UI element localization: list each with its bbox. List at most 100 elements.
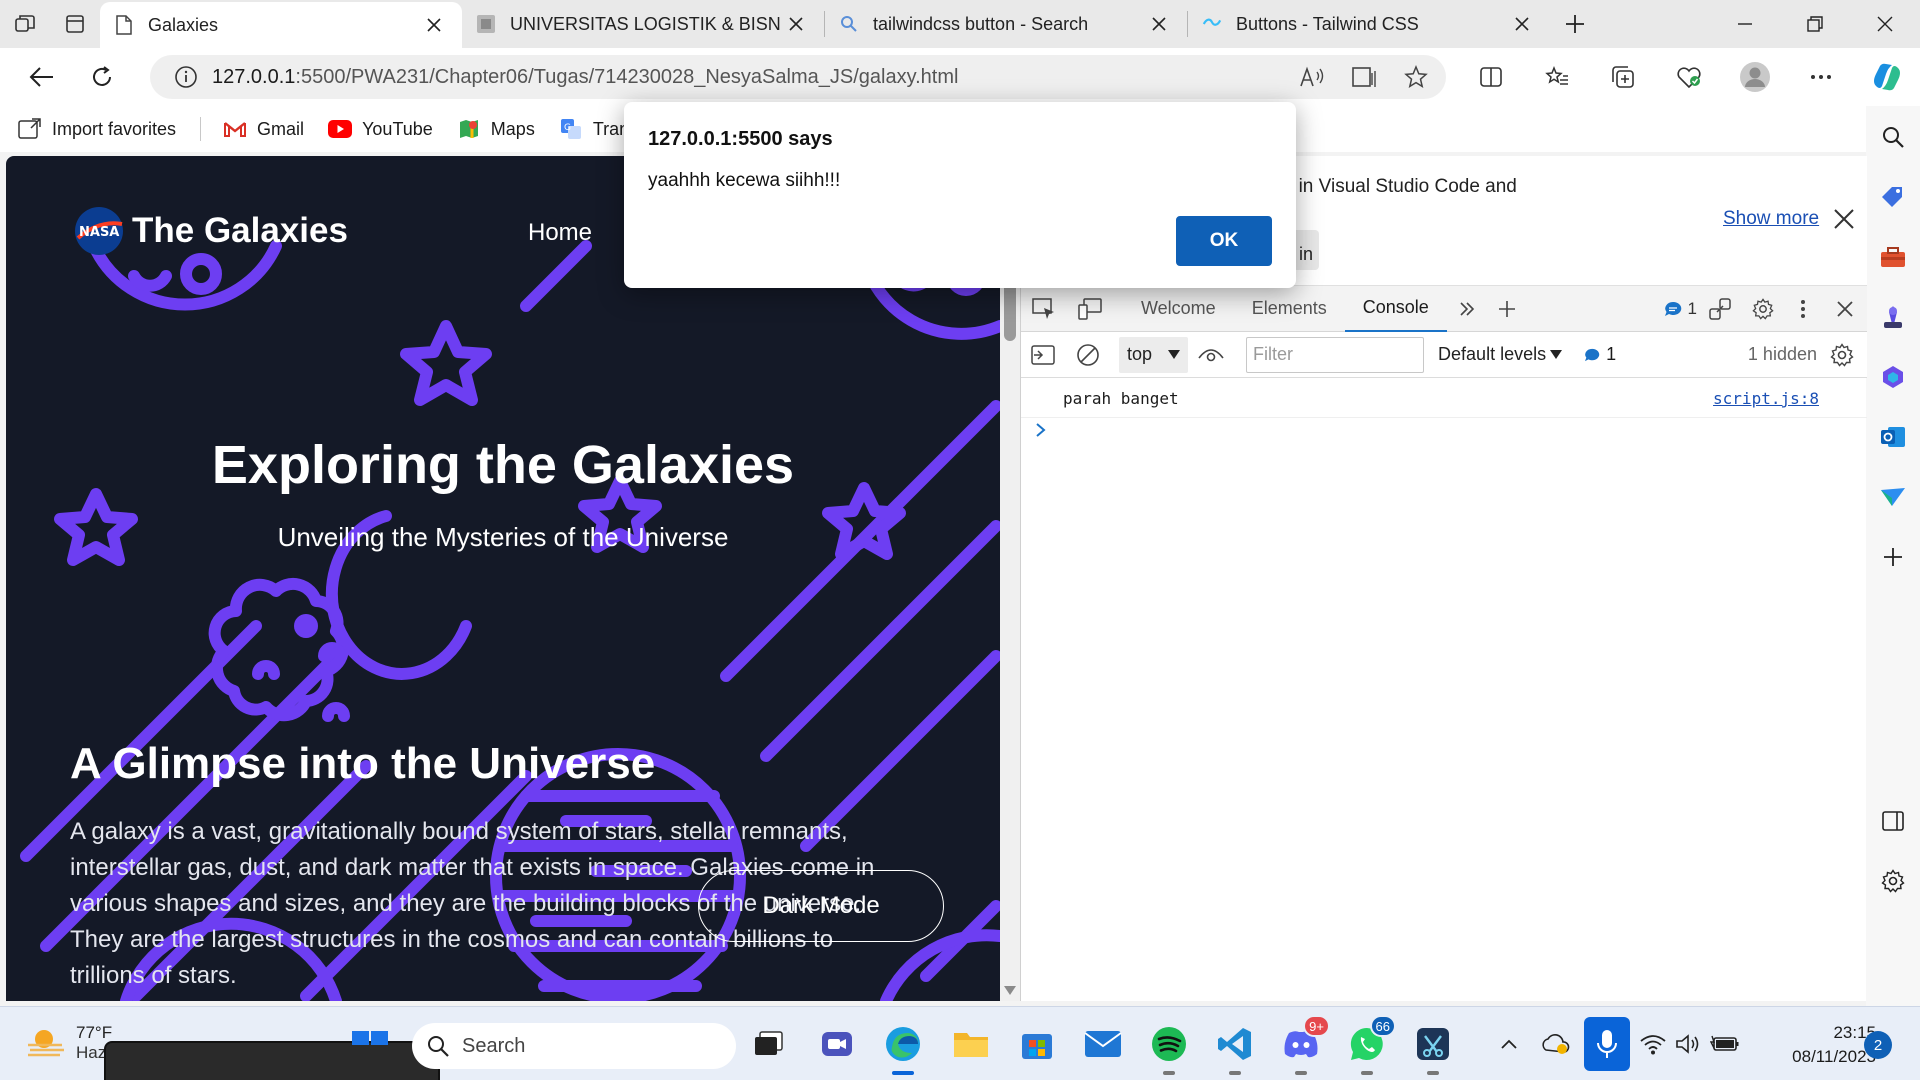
reload-button[interactable]: [72, 53, 132, 101]
close-tab-icon[interactable]: [782, 10, 810, 38]
close-tab-icon[interactable]: [1145, 10, 1173, 38]
issues-counter[interactable]: 1: [1664, 299, 1697, 319]
add-tool-icon[interactable]: [1487, 286, 1527, 332]
profile-avatar[interactable]: [1722, 53, 1788, 101]
show-sidebar-icon[interactable]: [1021, 344, 1065, 365]
discord-icon[interactable]: 9+: [1276, 1015, 1330, 1075]
show-hidden-icons-chevron-up-icon[interactable]: [1492, 1027, 1526, 1061]
notifications-badge[interactable]: 2: [1864, 1031, 1892, 1059]
tools-icon[interactable]: [1874, 238, 1912, 276]
drop-icon[interactable]: [1874, 478, 1912, 516]
scroll-down-arrow[interactable]: [1004, 986, 1016, 995]
taskbar-search[interactable]: Search: [412, 1023, 736, 1069]
dark-mode-button[interactable]: Dark Mode: [698, 870, 944, 942]
search-icon: [839, 14, 859, 34]
microphone-in-use-icon[interactable]: [1584, 1017, 1630, 1071]
close-window-button[interactable]: [1850, 0, 1920, 48]
fav-label: Import favorites: [52, 118, 177, 139]
tab-tailwind-search[interactable]: tailwindcss button - Search: [825, 0, 1187, 48]
spotify-icon[interactable]: [1144, 1019, 1194, 1075]
new-tab-button[interactable]: [1550, 0, 1600, 48]
address-bar[interactable]: 127.0.0.1:5500/PWA231/Chapter06/Tugas/71…: [150, 55, 1446, 99]
maps-link[interactable]: Maps: [457, 118, 535, 140]
shopping-tag-icon[interactable]: [1874, 178, 1912, 216]
task-view-icon[interactable]: [744, 1019, 794, 1069]
restore-button[interactable]: [1780, 0, 1850, 48]
collections-icon[interactable]: [1590, 53, 1656, 101]
split-screen-icon[interactable]: [1458, 53, 1524, 101]
edge-browser-icon[interactable]: [878, 1019, 928, 1075]
site-info-icon[interactable]: [174, 65, 198, 89]
favorites-icon[interactable]: [1524, 53, 1590, 101]
immersive-reader-icon[interactable]: [1344, 57, 1384, 97]
settings-gear-icon[interactable]: [1743, 286, 1783, 332]
gmail-link[interactable]: Gmail: [223, 118, 304, 140]
vscode-icon[interactable]: [1210, 1019, 1260, 1075]
console-source-link[interactable]: script.js:8: [1713, 389, 1819, 408]
tab-welcome[interactable]: Welcome: [1123, 286, 1234, 332]
whatsapp-icon[interactable]: 66: [1342, 1015, 1396, 1075]
battery-charging-icon[interactable]: [1708, 1027, 1742, 1061]
system-clock[interactable]: 23:15 08/11/2023: [1752, 1021, 1876, 1069]
tab-strip: Galaxies UNIVERSITAS LOGISTIK & BISNIS t…: [0, 0, 1920, 48]
file-explorer-icon[interactable]: [946, 1019, 996, 1069]
tab-console[interactable]: Console: [1344, 286, 1447, 332]
device-emulation-icon[interactable]: [1067, 286, 1113, 332]
back-button[interactable]: [12, 53, 72, 101]
console-prompt[interactable]: [1035, 422, 1047, 443]
levels-message-counter[interactable]: 1: [1584, 344, 1616, 365]
log-levels-dropdown[interactable]: Default levels: [1438, 344, 1563, 365]
hide-sidebar-icon[interactable]: [1874, 802, 1912, 840]
copilot-icon[interactable]: [1854, 53, 1920, 101]
connection-icon[interactable]: [1697, 286, 1743, 332]
onedrive-sync-icon[interactable]: [1538, 1027, 1572, 1061]
windows-taskbar: 77°F Haz Search 9+ 66 23:15 08/11/2023 2: [0, 1006, 1920, 1080]
context-selector[interactable]: top: [1119, 336, 1189, 373]
close-icon[interactable]: [1831, 206, 1857, 232]
microsoft-store-icon[interactable]: [1012, 1019, 1062, 1069]
clear-console-icon[interactable]: [1065, 343, 1111, 367]
translate-link[interactable]: G Tran: [559, 118, 629, 140]
tab-tailwind-buttons[interactable]: Buttons - Tailwind CSS: [1188, 0, 1550, 48]
mail-icon[interactable]: [1078, 1019, 1128, 1069]
add-sidebar-app-icon[interactable]: [1874, 538, 1912, 576]
live-expression-eye-icon[interactable]: [1188, 346, 1234, 364]
inspect-element-icon[interactable]: [1021, 286, 1067, 332]
workspaces-icon[interactable]: [0, 0, 50, 48]
tab-galaxies[interactable]: Galaxies: [100, 2, 462, 48]
start-button[interactable]: [352, 1031, 388, 1061]
window-preview-thumbnail[interactable]: [104, 1041, 440, 1080]
minimize-button[interactable]: [1710, 0, 1780, 48]
close-tab-icon[interactable]: [1508, 10, 1536, 38]
tab-elements[interactable]: Elements: [1234, 286, 1345, 332]
search-icon[interactable]: [1874, 118, 1912, 156]
snipping-tool-icon[interactable]: [1408, 1019, 1458, 1075]
tab-actions-icon[interactable]: [50, 0, 100, 48]
import-favorites-link[interactable]: Import favorites: [18, 118, 176, 140]
wifi-icon[interactable]: [1636, 1027, 1670, 1061]
volume-icon[interactable]: [1672, 1027, 1706, 1061]
tab-universitas[interactable]: UNIVERSITAS LOGISTIK & BISNIS: [462, 0, 824, 48]
more-tabs-icon[interactable]: [1447, 286, 1487, 332]
console-filter-input[interactable]: [1246, 336, 1425, 373]
youtube-link[interactable]: YouTube: [328, 118, 433, 140]
sidebar-settings-icon[interactable]: [1874, 862, 1912, 900]
outlook-icon[interactable]: [1874, 418, 1912, 456]
kebab-menu-icon[interactable]: [1783, 286, 1823, 332]
nav-link-home[interactable]: Home: [528, 219, 592, 247]
games-icon[interactable]: [1874, 298, 1912, 336]
browser-essentials-icon[interactable]: [1656, 53, 1722, 101]
read-aloud-icon[interactable]: [1292, 57, 1332, 97]
meet-video-icon[interactable]: [812, 1019, 862, 1069]
whatsapp-badge: 66: [1369, 1015, 1396, 1037]
console-settings-icon[interactable]: [1817, 342, 1867, 367]
ok-button[interactable]: OK: [1176, 216, 1272, 266]
weather-widget[interactable]: 77°F Haz: [26, 1023, 112, 1063]
microsoft-365-icon[interactable]: [1874, 358, 1912, 396]
more-options-icon[interactable]: [1788, 53, 1854, 101]
close-tab-icon[interactable]: [420, 11, 448, 39]
favorite-star-icon[interactable]: [1396, 57, 1436, 97]
close-devtools-icon[interactable]: [1823, 286, 1867, 332]
show-more-link[interactable]: Show more: [1723, 208, 1819, 230]
site-brand[interactable]: NASA The Galaxies: [74, 206, 348, 256]
